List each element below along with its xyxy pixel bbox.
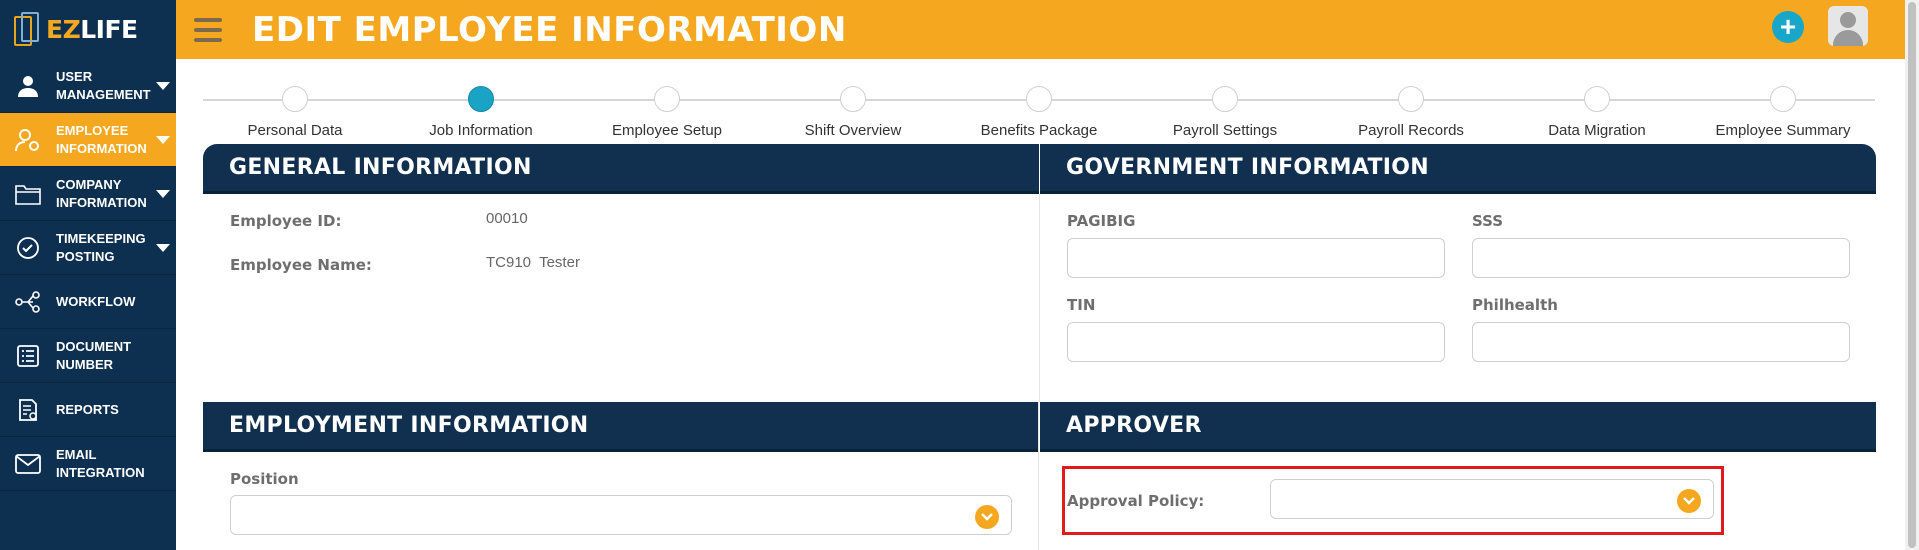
caret-down-icon	[156, 244, 170, 252]
add-button[interactable]: +	[1772, 11, 1804, 43]
sidebar-item-label: TIMEKEEPING POSTING	[56, 230, 146, 264]
avatar[interactable]	[1828, 6, 1868, 46]
sidebar-item-email-integration[interactable]: EMAIL INTEGRATION	[0, 437, 176, 491]
step-payroll-settings[interactable]: Payroll Settings	[1135, 84, 1315, 139]
envelope-icon	[0, 453, 56, 474]
section-header: APPROVER	[1040, 402, 1876, 452]
sidebar-item-label: COMPANY INFORMATION	[56, 176, 147, 210]
philhealth-label: Philhealth	[1472, 296, 1558, 314]
caret-down-icon	[156, 190, 170, 198]
sss-input[interactable]	[1472, 238, 1850, 278]
hamburger-menu-icon[interactable]	[194, 17, 222, 42]
section-header: GOVERNMENT INFORMATION	[1040, 144, 1876, 194]
wizard-stepper: Personal Data Job Information Employee S…	[203, 84, 1875, 144]
chevron-down-icon	[975, 505, 999, 529]
step-label: Personal Data	[247, 122, 343, 139]
folder-icon	[0, 183, 56, 205]
scrollbar[interactable]	[1905, 0, 1919, 550]
step-label: Benefits Package	[980, 122, 1098, 139]
step-label: Payroll Records	[1358, 122, 1464, 139]
pagibig-label: PAGIBIG	[1067, 212, 1136, 230]
step-job-information[interactable]: Job Information	[391, 84, 571, 139]
sidebar-item-employee-information[interactable]: EMPLOYEE INFORMATION	[0, 113, 176, 167]
step-dot	[1026, 86, 1052, 112]
section-header: GENERAL INFORMATION	[203, 144, 1039, 194]
report-icon	[0, 398, 56, 422]
step-label: Employee Summary	[1715, 122, 1851, 139]
step-employee-setup[interactable]: Employee Setup	[577, 84, 757, 139]
employee-id-value: 00010	[486, 210, 528, 227]
sss-label: SSS	[1472, 212, 1504, 230]
step-dot	[282, 86, 308, 112]
step-benefits-package[interactable]: Benefits Package	[949, 84, 1129, 139]
step-shift-overview[interactable]: Shift Overview	[763, 84, 943, 139]
sidebar-item-company-information[interactable]: COMPANY INFORMATION	[0, 167, 176, 221]
step-dot	[1770, 86, 1796, 112]
sidebar-item-user-management[interactable]: USER MANAGEMENT	[0, 59, 176, 113]
sidebar: EZLIFE USER MANAGEMENT EMPLOYEE INFORMATIO…	[0, 0, 176, 550]
sidebar-item-timekeeping-posting[interactable]: TIMEKEEPING POSTING	[0, 221, 176, 275]
logo-text: EZLIFE	[46, 15, 138, 44]
position-label: Position	[230, 470, 299, 488]
tin-label: TIN	[1067, 296, 1096, 314]
step-payroll-records[interactable]: Payroll Records	[1321, 84, 1501, 139]
employee-name-label: Employee Name:	[230, 256, 372, 274]
sidebar-item-label: DOCUMENT NUMBER	[56, 338, 132, 372]
step-dot	[1584, 86, 1610, 112]
step-dot	[468, 86, 494, 112]
step-dot	[654, 86, 680, 112]
step-dot	[1212, 86, 1238, 112]
document-list-icon	[0, 344, 56, 368]
step-data-migration[interactable]: Data Migration	[1507, 84, 1687, 139]
pagibig-input[interactable]	[1067, 238, 1445, 278]
scrollbar-thumb[interactable]	[1908, 2, 1916, 548]
logo-mark-icon	[12, 10, 42, 50]
sidebar-item-label: EMAIL INTEGRATION	[56, 446, 145, 480]
step-personal-data[interactable]: Personal Data	[205, 84, 385, 139]
step-label: Employee Setup	[611, 122, 723, 139]
sidebar-item-label: WORKFLOW	[56, 293, 136, 309]
step-label: Job Information	[429, 122, 533, 139]
step-label: Payroll Settings	[1172, 122, 1278, 139]
workflow-icon	[0, 290, 56, 313]
step-dot	[840, 86, 866, 112]
user-icon	[0, 74, 56, 98]
user-gear-icon	[0, 128, 56, 152]
sidebar-item-label: USER MANAGEMENT	[56, 68, 151, 102]
top-bar: EDIT EMPLOYEE INFORMATION +	[176, 0, 1905, 59]
position-select[interactable]	[230, 495, 1012, 535]
sidebar-item-workflow[interactable]: WORKFLOW	[0, 275, 176, 329]
philhealth-input[interactable]	[1472, 322, 1850, 362]
approval-policy-highlight	[1062, 466, 1724, 535]
page-title: EDIT EMPLOYEE INFORMATION	[252, 9, 847, 50]
sidebar-item-label: REPORTS	[56, 401, 119, 417]
section-header: EMPLOYMENT INFORMATION	[203, 402, 1038, 452]
caret-down-icon	[156, 82, 170, 90]
sidebar-item-label: EMPLOYEE INFORMATION	[56, 122, 147, 156]
employee-id-label: Employee ID:	[230, 212, 342, 230]
app-logo[interactable]: EZLIFE	[0, 0, 176, 59]
caret-down-icon	[156, 136, 170, 144]
check-circle-icon	[0, 236, 56, 260]
step-label: Data Migration	[1548, 122, 1646, 139]
step-dot	[1398, 86, 1424, 112]
sidebar-item-reports[interactable]: REPORTS	[0, 383, 176, 437]
step-employee-summary[interactable]: Employee Summary	[1693, 84, 1873, 139]
employee-name-value: TC910 Tester	[486, 254, 580, 271]
tin-input[interactable]	[1067, 322, 1445, 362]
step-label: Shift Overview	[804, 122, 902, 139]
sidebar-item-document-number[interactable]: DOCUMENT NUMBER	[0, 329, 176, 383]
